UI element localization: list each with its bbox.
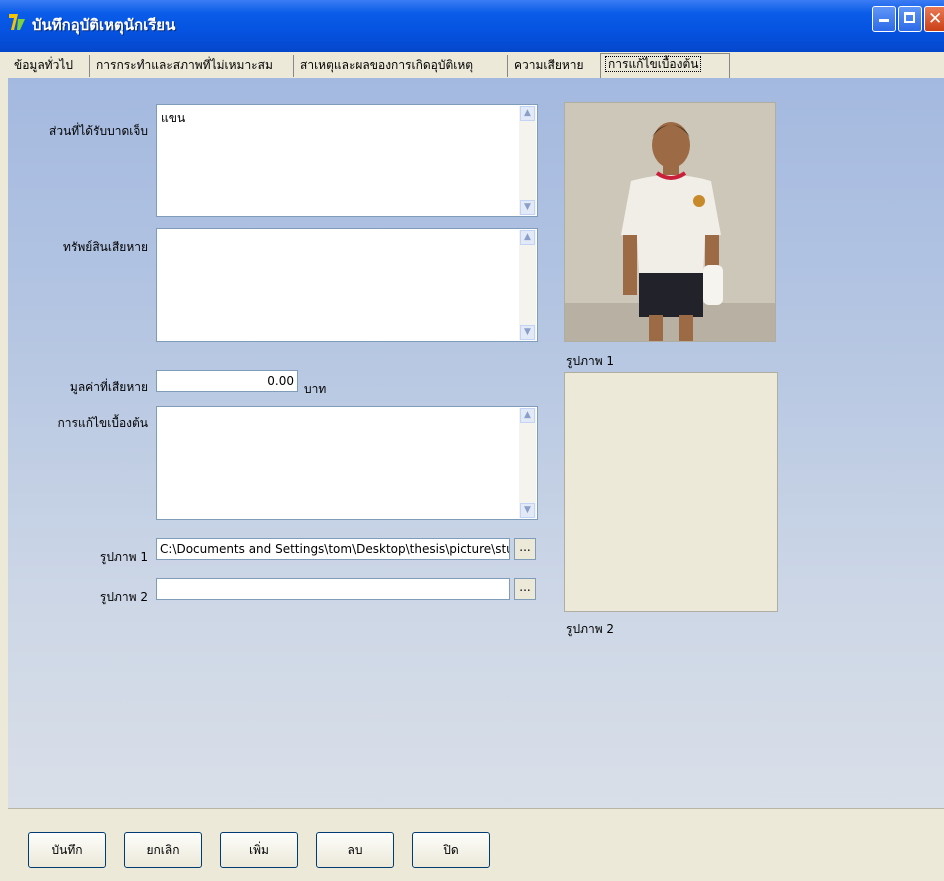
property-damage-textarea[interactable]: ▲ ▼ — [156, 228, 538, 342]
property-damage-label: ทรัพย์สินเสียหาย — [63, 240, 148, 254]
first-aid-label: การแก้ไขเบื้องต้น — [57, 416, 148, 430]
first-aid-textarea[interactable]: ▲ ▼ — [156, 406, 538, 520]
title-bar[interactable]: บันทึกอุบัติเหตุนักเรียน ✕ — [0, 0, 944, 52]
tab-label: ข้อมูลทั่วไป — [14, 58, 73, 72]
app-icon — [9, 14, 25, 30]
damage-value-input[interactable]: 0.00 — [156, 370, 298, 392]
picture2-browse-button[interactable]: ... — [514, 578, 536, 600]
maximize-button[interactable] — [898, 6, 922, 32]
picture2-path-input[interactable] — [156, 578, 510, 600]
currency-unit: บาท — [304, 382, 327, 396]
photo2-caption: รูปภาพ 2 — [566, 622, 615, 636]
scroll-down-icon[interactable]: ▼ — [520, 325, 535, 340]
injured-part-value: แขน — [161, 111, 186, 125]
picture1-path-input[interactable]: C:\Documents and Settings\tom\Desktop\th… — [156, 538, 510, 560]
picture1-label: รูปภาพ 1 — [99, 550, 148, 564]
save-button[interactable]: บันทึก — [28, 832, 106, 868]
window-title: บันทึกอุบัติเหตุนักเรียน — [32, 16, 176, 34]
tab-label: การกระทำและสภาพที่ไม่เหมาะสม — [96, 58, 273, 72]
photo1-box[interactable] — [564, 102, 776, 342]
maximize-icon — [904, 12, 915, 23]
scroll-down-icon[interactable]: ▼ — [520, 200, 535, 215]
damage-value-label: มูลค่าที่เสียหาย — [69, 380, 148, 394]
delete-button[interactable]: ลบ — [316, 832, 394, 868]
injured-part-textarea[interactable]: แขน ▲ ▼ — [156, 104, 538, 217]
tab-damage[interactable]: ความเสียหาย — [510, 55, 602, 77]
tab-label: การแก้ไขเบื้องต้น — [605, 56, 702, 72]
injured-part-label: ส่วนที่ได้รับบาดเจ็บ — [49, 124, 148, 138]
close-button[interactable]: ปิด — [412, 832, 490, 868]
scroll-up-icon[interactable]: ▲ — [520, 106, 535, 121]
tab-label: สาเหตุและผลของการเกิดอุบัติเหตุ — [300, 58, 474, 72]
tab-causes-effects[interactable]: สาเหตุและผลของการเกิดอุบัติเหตุ — [296, 55, 508, 77]
add-button[interactable]: เพิ่ม — [220, 832, 298, 868]
tab-unsafe-acts[interactable]: การกระทำและสภาพที่ไม่เหมาะสม — [92, 55, 294, 77]
tab-strip: ข้อมูลทั่วไป การกระทำและสภาพที่ไม่เหมาะส… — [8, 52, 944, 78]
scroll-down-icon[interactable]: ▼ — [520, 503, 535, 518]
minimize-button[interactable] — [872, 6, 896, 32]
close-window-button[interactable]: ✕ — [924, 6, 944, 32]
student-photo — [565, 103, 775, 341]
cancel-button[interactable]: ยกเลิก — [124, 832, 202, 868]
scrollbar[interactable]: ▲ ▼ — [519, 106, 536, 215]
scroll-up-icon[interactable]: ▲ — [520, 408, 535, 423]
app-window: บันทึกอุบัติเหตุนักเรียน ✕ ข้อมูลทั่วไป … — [0, 0, 944, 881]
window-frame — [0, 52, 8, 881]
tab-first-aid[interactable]: การแก้ไขเบื้องต้น — [600, 53, 730, 78]
photo1-caption: รูปภาพ 1 — [566, 354, 615, 368]
picture1-browse-button[interactable]: ... — [514, 538, 536, 560]
picture2-label: รูปภาพ 2 — [99, 590, 148, 604]
scrollbar[interactable]: ▲ ▼ — [519, 230, 536, 340]
scroll-up-icon[interactable]: ▲ — [520, 230, 535, 245]
photo2-box[interactable] — [564, 372, 778, 612]
tab-label: ความเสียหาย — [514, 58, 584, 72]
close-icon: ✕ — [928, 9, 943, 29]
minimize-icon — [879, 19, 889, 22]
scrollbar[interactable]: ▲ ▼ — [519, 408, 536, 518]
tab-general-info[interactable]: ข้อมูลทั่วไป — [10, 55, 90, 77]
